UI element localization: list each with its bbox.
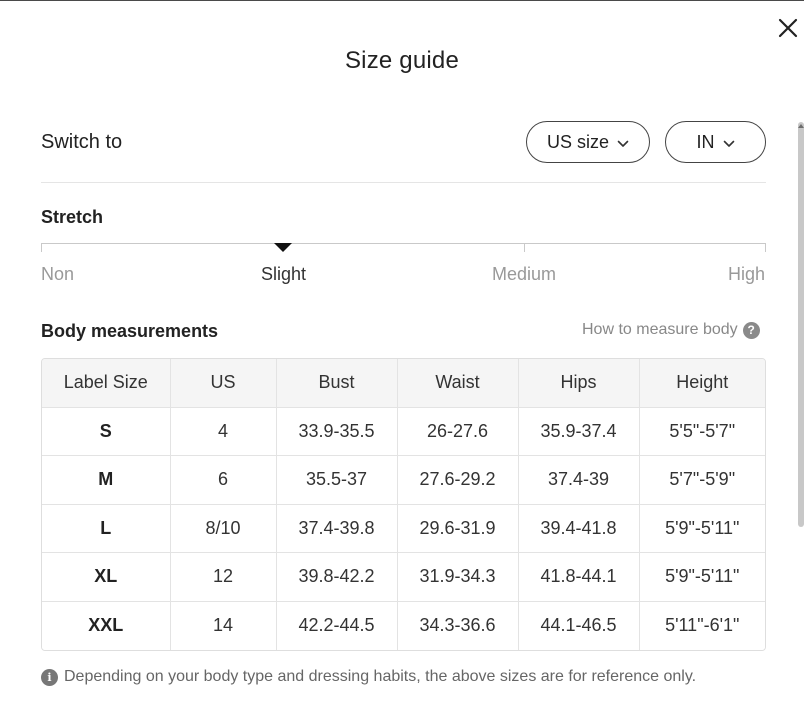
stretch-option-high: High	[728, 264, 766, 284]
stretch-tick	[41, 243, 42, 252]
column-header-us: US	[170, 359, 277, 408]
cell-bust: 37.4-39.8	[276, 504, 398, 553]
chevron-down-icon	[723, 132, 735, 153]
cell-bust: 39.8-42.2	[276, 552, 398, 602]
column-header-hips: Hips	[518, 359, 640, 408]
cell-waist: 29.6-31.9	[397, 504, 519, 553]
cell-height: 5'11"-6'1"	[639, 601, 765, 650]
cell-us: 4	[170, 407, 277, 456]
column-header-label-size: Label Size	[42, 359, 171, 408]
table-row: XXL 14 42.2-44.5 34.3-36.6 44.1-46.5 5'1…	[42, 601, 765, 650]
cell-us: 6	[170, 455, 277, 505]
table-row: S 4 33.9-35.5 26-27.6 35.9-37.4 5'5"-5'7…	[42, 407, 765, 456]
reference-note: i Depending on your body type and dressi…	[41, 668, 696, 686]
cell-label-size: M	[42, 455, 171, 505]
size-system-value: US size	[546, 131, 609, 152]
chevron-down-icon	[617, 132, 629, 153]
cell-us: 14	[170, 601, 277, 650]
scroll-up-icon[interactable]	[798, 124, 804, 128]
dialog-title: Size guide	[344, 47, 460, 74]
stretch-marker-icon	[274, 243, 292, 252]
cell-height: 5'9"-5'11"	[639, 552, 765, 602]
stretch-tick	[524, 243, 525, 252]
cell-hips: 35.9-37.4	[518, 407, 640, 456]
cell-us: 12	[170, 552, 277, 602]
cell-label-size: XXL	[42, 601, 171, 650]
top-border	[0, 0, 804, 1]
column-header-height: Height	[639, 359, 765, 408]
unit-dropdown[interactable]: IN	[665, 121, 766, 163]
cell-bust: 33.9-35.5	[276, 407, 398, 456]
cell-hips: 44.1-46.5	[518, 601, 640, 650]
how-to-measure-label: How to measure body	[582, 321, 738, 338]
cell-bust: 35.5-37	[276, 455, 398, 505]
table-row: XL 12 39.8-42.2 31.9-34.3 41.8-44.1 5'9"…	[42, 552, 765, 602]
size-table: Label Size US Bust Waist Hips Height S 4…	[41, 358, 766, 651]
cell-height: 5'7"-5'9"	[639, 455, 765, 505]
close-icon	[778, 18, 798, 38]
stretch-option-medium: Medium	[492, 264, 557, 284]
stretch-option-slight: Slight	[261, 264, 307, 284]
column-header-bust: Bust	[276, 359, 398, 408]
table-row: M 6 35.5-37 27.6-29.2 37.4-39 5'7"-5'9"	[42, 455, 765, 505]
cell-bust: 42.2-44.5	[276, 601, 398, 650]
cell-hips: 37.4-39	[518, 455, 640, 505]
cell-hips: 41.8-44.1	[518, 552, 640, 602]
unit-value: IN	[696, 131, 715, 152]
stretch-tick	[765, 243, 766, 252]
stretch-heading: Stretch	[41, 207, 104, 227]
close-button[interactable]	[776, 16, 800, 40]
column-header-waist: Waist	[397, 359, 519, 408]
cell-waist: 27.6-29.2	[397, 455, 519, 505]
table-row: L 8/10 37.4-39.8 29.6-31.9 39.4-41.8 5'9…	[42, 504, 765, 553]
cell-waist: 26-27.6	[397, 407, 519, 456]
cell-hips: 39.4-41.8	[518, 504, 640, 553]
cell-waist: 34.3-36.6	[397, 601, 519, 650]
switch-to-label: Switch to	[41, 131, 123, 153]
cell-height: 5'5"-5'7"	[639, 407, 765, 456]
size-system-dropdown[interactable]: US size	[526, 121, 650, 163]
reference-note-text: Depending on your body type and dressing…	[64, 668, 697, 685]
cell-label-size: XL	[42, 552, 171, 602]
cell-waist: 31.9-34.3	[397, 552, 519, 602]
cell-label-size: S	[42, 407, 171, 456]
table-header-row: Label Size US Bust Waist Hips Height	[42, 359, 765, 408]
body-measurements-heading: Body measurements	[41, 321, 219, 341]
stretch-option-non: Non	[41, 264, 75, 284]
cell-us: 8/10	[170, 504, 277, 553]
section-divider	[41, 182, 766, 183]
stretch-scale-track	[41, 243, 766, 244]
cell-height: 5'9"-5'11"	[639, 504, 765, 553]
cell-label-size: L	[42, 504, 171, 553]
how-to-measure-link[interactable]: How to measure body ?	[582, 321, 760, 339]
question-icon: ?	[742, 321, 760, 339]
info-icon: i	[41, 668, 58, 686]
scrollbar[interactable]	[798, 122, 804, 527]
